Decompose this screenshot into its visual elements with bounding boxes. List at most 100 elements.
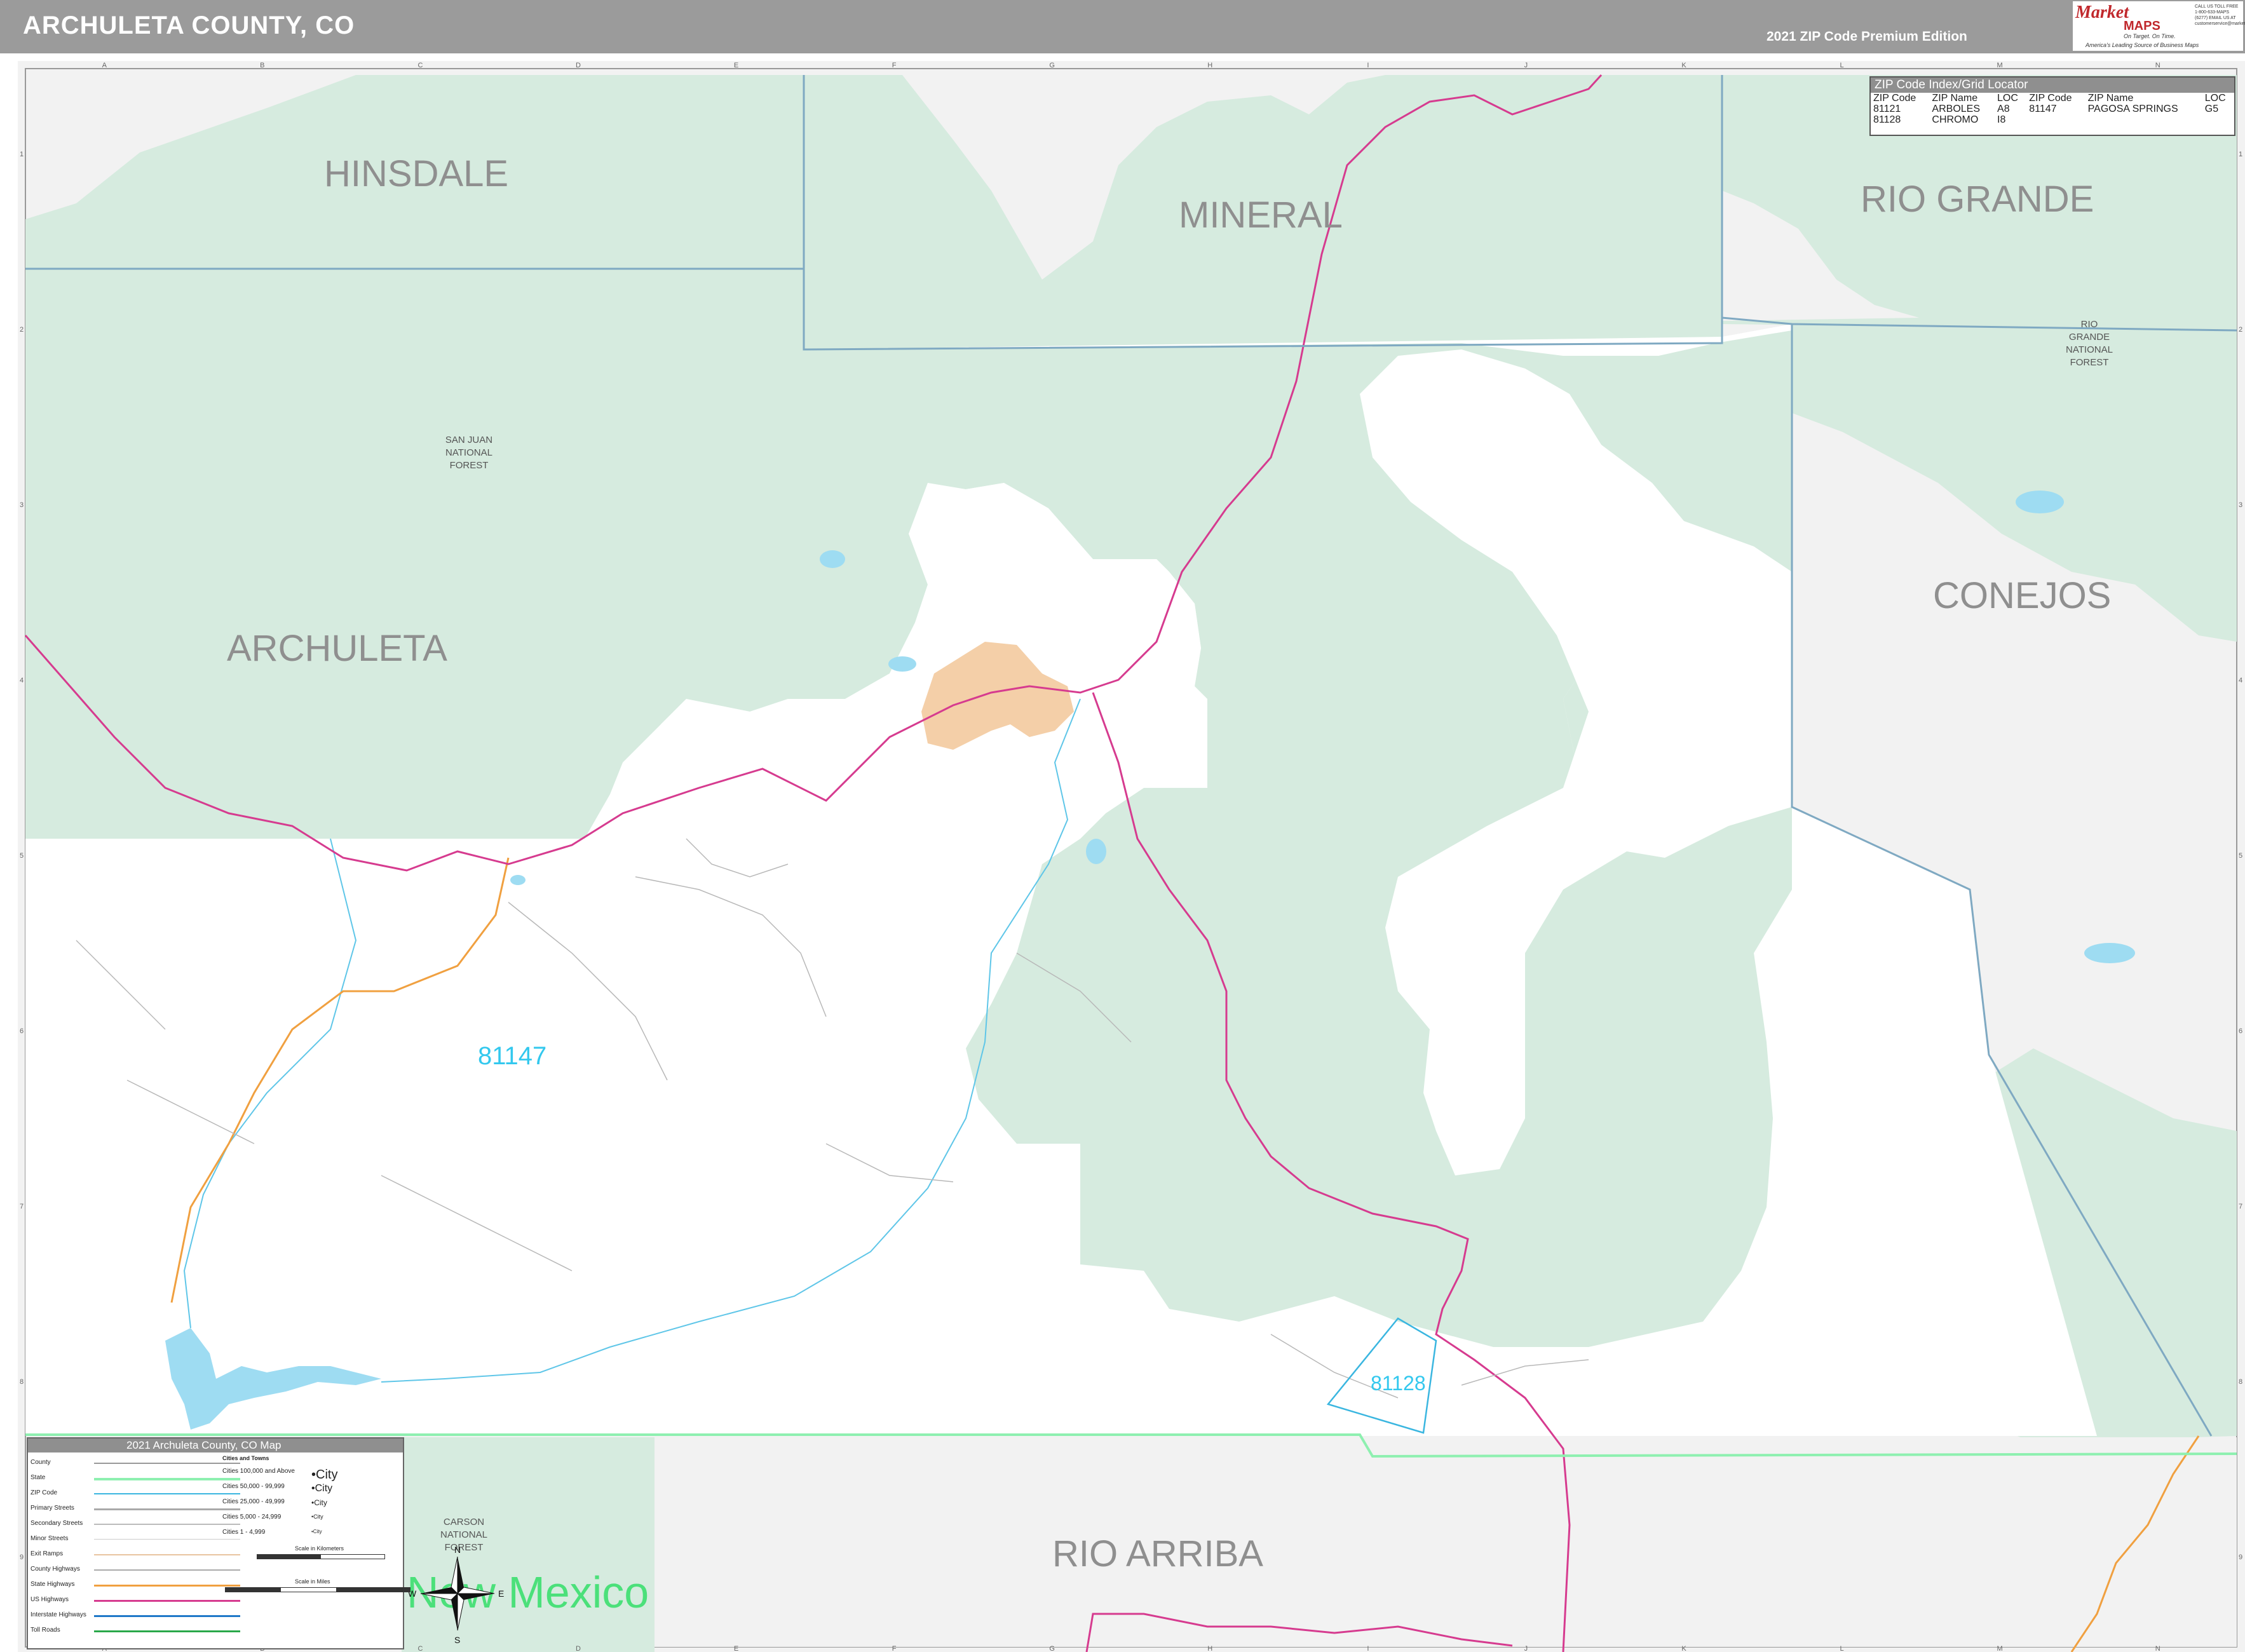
- forest-label-san-juan: SAN JUAN NATIONAL FOREST: [445, 435, 492, 471]
- grid-column-label: A: [102, 62, 107, 69]
- scale-bar-km: [257, 1554, 385, 1559]
- legend-item: County Highways: [31, 1564, 240, 1576]
- logo-brand-bottom: MAPS: [2124, 19, 2160, 33]
- grid-column-label: C: [417, 1645, 423, 1652]
- legend-item: County: [31, 1458, 240, 1469]
- legend-item-label: US Highways: [31, 1596, 69, 1603]
- legend-item: State Highways: [31, 1580, 240, 1591]
- scale-mi-label: Scale in Miles: [295, 1578, 330, 1585]
- zip-code-cell: 81147: [2029, 104, 2057, 114]
- legend-item: US Highways: [31, 1595, 240, 1606]
- zip-index-header: ZIP Code: [1873, 93, 1916, 104]
- zip-loc-cell: G5: [2204, 104, 2219, 114]
- legend-city-sample: •City: [311, 1498, 327, 1507]
- grid-column-label: J: [1524, 1645, 1528, 1652]
- grid-row-label: 7: [2239, 1203, 2242, 1210]
- legend-title: 2021 Archuleta County, CO Map: [28, 1439, 403, 1452]
- svg-text:RIO: RIO: [2081, 319, 2098, 330]
- legend-item: Interstate Highways: [31, 1610, 240, 1622]
- zip-index-panel: ZIP Code Index/Grid Locator ZIP Code ZIP…: [1869, 76, 2235, 136]
- legend-item-label: Primary Streets: [31, 1505, 74, 1512]
- forest-label-carson: CARSON NATIONAL FOREST: [440, 1517, 487, 1553]
- grid-row-label: 2: [2239, 326, 2242, 334]
- legend-item-label: Toll Roads: [31, 1627, 60, 1634]
- legend-item-swatch: [94, 1463, 240, 1466]
- lake-1: [820, 550, 845, 568]
- logo-tagline: On Target. On Time.: [2124, 33, 2176, 39]
- legend-item-label: County: [31, 1459, 51, 1466]
- legend-city-range: Cities 5,000 - 24,999: [222, 1513, 281, 1520]
- lake-2: [888, 656, 916, 672]
- grid-row-label: 5: [20, 852, 24, 860]
- legend-item: Exit Ramps: [31, 1549, 240, 1561]
- grid-column-label: K: [1681, 1645, 1686, 1652]
- zip-loc-cell: A8: [1997, 104, 2010, 114]
- zip-label-81147[interactable]: 81147: [478, 1042, 546, 1070]
- legend-item: Secondary Streets: [31, 1519, 240, 1530]
- svg-text:CARSON: CARSON: [444, 1517, 484, 1527]
- compass-e: E: [498, 1588, 504, 1599]
- legend-item-swatch: [94, 1554, 240, 1558]
- svg-text:FOREST: FOREST: [2070, 357, 2109, 368]
- county-label-archuleta: ARCHULETA: [227, 628, 447, 669]
- grid-column-label: M: [1997, 62, 2003, 69]
- legend-item-swatch: [94, 1524, 240, 1527]
- logo-contact: CALL US TOLL FREE 1-800-633-MAPS (6277) …: [2195, 4, 2245, 26]
- grid-column-label: L: [1840, 62, 1844, 69]
- grid-column-label: E: [734, 1645, 738, 1652]
- compass-n: N: [454, 1545, 461, 1555]
- grid-row-label: 9: [2239, 1554, 2242, 1561]
- zip-index-row: 81121 ARBOLES A8 81147 PAGOSA SPRINGS G5: [1871, 104, 2234, 114]
- legend-city-sample: •City: [311, 1529, 322, 1534]
- county-map[interactable]: AABBCCDDEEFFGGHHIIJJKKLLMMNN112233445566…: [0, 53, 2245, 1652]
- legend-item-swatch: [94, 1569, 240, 1573]
- lake-4: [2016, 491, 2064, 513]
- svg-text:NATIONAL: NATIONAL: [440, 1529, 487, 1540]
- grid-row-label: 1: [20, 151, 24, 158]
- grid-row-label: 1: [2239, 151, 2242, 158]
- zip-index-header: LOC: [2204, 93, 2226, 104]
- grid-column-label: J: [1524, 62, 1528, 69]
- grid-column-label: N: [2155, 62, 2160, 69]
- lake-3: [1086, 839, 1106, 864]
- market-maps-logo[interactable]: Market MAPS On Target. On Time. America'…: [2073, 1, 2245, 51]
- grid-column-label: D: [576, 1645, 581, 1652]
- legend-item-label: Secondary Streets: [31, 1520, 83, 1527]
- grid-column-label: M: [1997, 1645, 2003, 1652]
- legend-city-sample: •City: [311, 1483, 333, 1494]
- lake-5: [2084, 943, 2135, 963]
- legend-item-swatch: [94, 1600, 240, 1604]
- grid-row-label: 8: [2239, 1378, 2242, 1386]
- county-label-mineral: MINERAL: [1179, 194, 1343, 236]
- grid-row-label: 5: [2239, 852, 2242, 860]
- grid-column-label: B: [260, 62, 264, 69]
- grid-column-label: G: [1049, 1645, 1055, 1652]
- zip-label-81128[interactable]: 81128: [1371, 1372, 1426, 1395]
- lake-6: [510, 875, 526, 885]
- legend-item-label: Interstate Highways: [31, 1611, 86, 1618]
- legend-city-size: Cities 5,000 - 24,999 •City: [222, 1513, 323, 1520]
- svg-text:NATIONAL: NATIONAL: [2066, 344, 2113, 355]
- rio-arriba-area: [655, 1437, 2237, 1647]
- svg-text:FOREST: FOREST: [445, 1542, 484, 1553]
- svg-text:SAN JUAN: SAN JUAN: [445, 435, 492, 445]
- legend-item-swatch: [94, 1508, 240, 1513]
- legend-city-range: Cities 50,000 - 99,999: [222, 1483, 285, 1490]
- legend-item-swatch: [94, 1615, 240, 1620]
- legend-item-swatch: [94, 1539, 240, 1542]
- zip-name-cell: [2086, 114, 2202, 125]
- zip-index-header: ZIP Code: [2029, 93, 2072, 104]
- county-label-hinsdale: HINSDALE: [324, 153, 508, 194]
- grid-column-label: F: [892, 62, 897, 69]
- county-label-conejos: CONEJOS: [1933, 575, 2111, 616]
- zip-name-cell: ARBOLES: [1932, 104, 1981, 114]
- grid-row-label: 6: [20, 1027, 24, 1035]
- logo-tagline-2: America's Leading Source of Business Map…: [2086, 42, 2199, 48]
- zip-code-cell: 81121: [1873, 104, 1901, 114]
- zip-index-header: ZIP Name: [2087, 93, 2134, 104]
- zip-index-header: ZIP Name: [1932, 93, 1978, 104]
- legend-item-swatch: [94, 1585, 240, 1589]
- grid-row-label: 8: [20, 1378, 24, 1386]
- zip-index-table: ZIP Code ZIP Name LOC ZIP Code ZIP Name …: [1871, 93, 2234, 125]
- legend-city-sample: •City: [311, 1513, 323, 1520]
